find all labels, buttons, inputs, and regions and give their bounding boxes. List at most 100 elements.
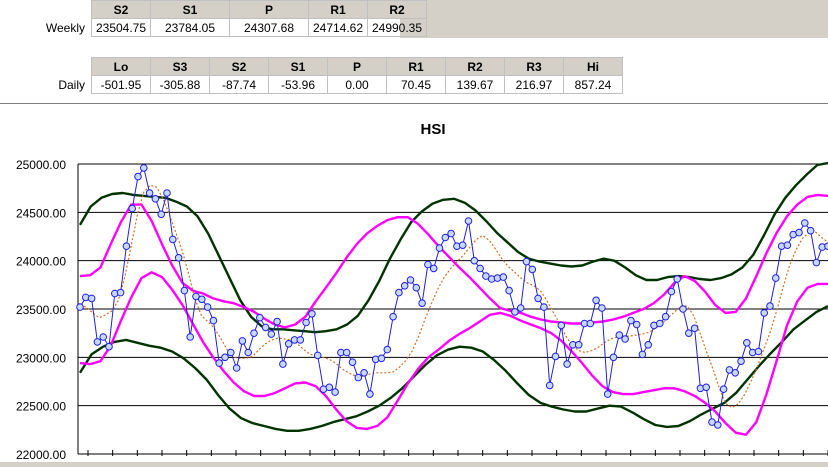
price-point [412,283,421,292]
daily-header-r1[interactable]: R1 [386,57,446,76]
weekly-header-s1[interactable]: S1 [150,0,230,19]
price-point [157,210,165,219]
weekly-header-p[interactable]: P [229,0,309,19]
daily-header-s1[interactable]: S1 [268,57,328,76]
price-point [238,337,247,345]
price-point [534,294,542,303]
y-tick-label: 22000.00 [16,448,66,462]
weekly-value-s2[interactable]: 23504.75 [91,18,151,37]
price-point [476,264,484,273]
daily-header-p[interactable]: P [327,57,387,76]
price-point [702,383,711,392]
price-point [273,317,281,326]
y-tick-label: 25000.00 [16,158,66,172]
price-line [79,167,828,426]
price-point [806,226,815,235]
y-tick-label: 24000.00 [16,255,66,269]
price-point [342,348,351,357]
price-point [313,351,322,360]
daily-value-hi[interactable]: 857.24 [563,75,623,94]
price-point [93,338,102,346]
daily-value-s3[interactable]: -305.88 [150,75,210,94]
daily-value-s1[interactable]: -53.96 [268,75,328,94]
weekly-header-r1[interactable]: R1 [308,0,368,19]
daily-value-p[interactable]: 0.00 [327,75,387,94]
price-point [441,233,450,242]
daily-row-label: Daily [58,77,85,92]
weekly-table: S2 S1 P R1 R2 Weekly 23504.75 23784.05 2… [0,0,427,37]
price-point [227,348,235,357]
daily-header-s3[interactable]: S3 [150,57,210,76]
price-point [621,335,629,343]
y-tick-label: 22500.00 [16,400,66,414]
price-point [714,421,722,429]
price-point [673,275,682,283]
daily-corner [0,58,92,76]
price-point [458,241,467,249]
price-point [348,358,357,367]
daily-value-lo[interactable]: -501.95 [91,75,151,94]
lower-inner-band-line [79,271,828,436]
price-point [354,373,363,382]
daily-value-r2[interactable]: 139.67 [445,75,505,94]
price-point [737,357,745,366]
price-point [128,204,136,213]
price-point [772,274,780,282]
price-point [186,333,194,341]
price-point [418,299,426,307]
price-point [325,383,334,392]
weekly-value-s1[interactable]: 23784.05 [150,18,230,37]
price-point [308,310,316,318]
hsi-chart: HSI 22000.00 22500.00 23000.00 23500.00 24000… [16,121,828,462]
chart-area[interactable]: HSI 22000.00 22500.00 23000.00 23500.00 24000… [0,103,828,462]
price-point [545,381,554,390]
price-point [221,353,229,362]
daily-header-lo[interactable]: Lo [91,57,151,76]
weekly-value-r1[interactable]: 24714.62 [308,18,368,37]
price-point [122,242,131,250]
price-point [429,264,438,273]
price-point [174,254,183,262]
price-point [603,390,612,398]
price-point [522,257,531,266]
daily-value-s2[interactable]: -87.74 [209,75,269,94]
price-point [592,296,600,305]
daily-value-r1[interactable]: 70.45 [386,75,446,94]
price-point [400,282,409,290]
price-point [598,304,606,312]
price-point [256,313,264,322]
daily-header-hi[interactable]: Hi [563,57,623,76]
weekly-row-label: Weekly [45,20,85,35]
price-point [284,340,293,348]
price-point [250,329,258,337]
price-point [395,288,403,297]
price-point [360,369,368,377]
weekly-header-r2[interactable]: R2 [367,0,427,19]
price-point [377,354,386,363]
price-point [766,302,774,310]
price-point [667,287,676,296]
price-point [632,320,641,329]
weekly-header-s2[interactable]: S2 [91,0,151,19]
price-point [447,229,455,238]
weekly-value-r2[interactable]: 24990.35 [367,18,427,37]
price-point [99,333,107,341]
daily-table: Lo S3 S2 S1 P R1 R2 R3 Hi Daily -501.95 … [0,57,623,94]
price-point [435,244,444,252]
price-point [690,324,699,333]
y-tick-label: 23000.00 [16,351,66,365]
daily-header-r3[interactable]: R3 [504,57,564,76]
daily-value-r3[interactable]: 216.97 [504,75,564,94]
price-point [812,258,821,267]
daily-header-s2[interactable]: S2 [209,57,269,76]
weekly-value-p[interactable]: 24307.68 [229,18,309,37]
price-point [244,348,252,357]
price-point [464,217,473,225]
price-point [261,323,270,332]
y-tick-label: 23500.00 [16,303,66,317]
price-point [719,385,728,394]
daily-header-r2[interactable]: R2 [445,57,505,76]
price-point [279,360,287,368]
price-point [551,352,560,361]
price-point [540,303,548,311]
